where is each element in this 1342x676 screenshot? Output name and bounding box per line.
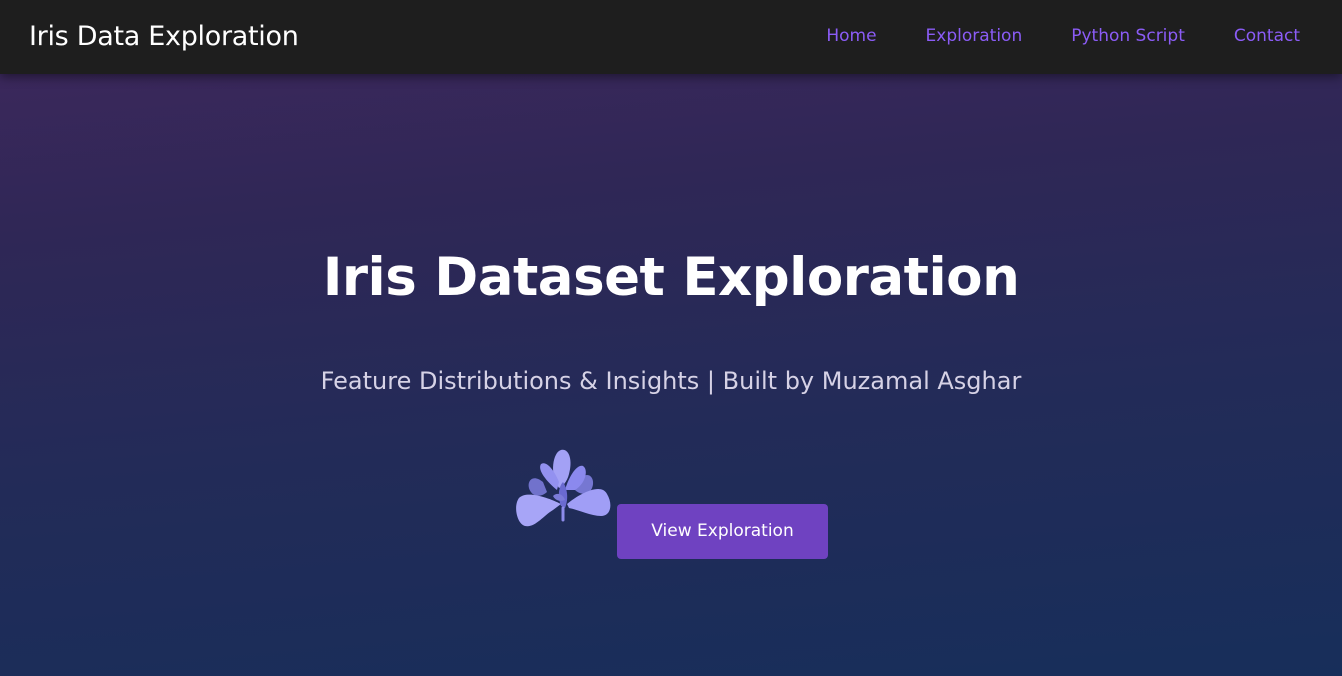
view-exploration-button[interactable]: View Exploration: [617, 504, 828, 559]
hero-title: Iris Dataset Exploration: [322, 247, 1020, 308]
nav-links: Home Exploration Python Script Contact: [777, 24, 1300, 48]
brand-title[interactable]: Iris Data Exploration: [29, 19, 299, 55]
nav-link-contact[interactable]: Contact: [1234, 24, 1300, 48]
hero-subtitle: Feature Distributions & Insights | Built…: [320, 367, 1022, 395]
iris-flower-icon: [516, 449, 611, 527]
nav-link-python-script[interactable]: Python Script: [1071, 24, 1185, 48]
nav-link-exploration[interactable]: Exploration: [926, 24, 1023, 48]
navbar: Iris Data Exploration Home Exploration P…: [0, 0, 1342, 74]
nav-link-home[interactable]: Home: [826, 24, 876, 48]
